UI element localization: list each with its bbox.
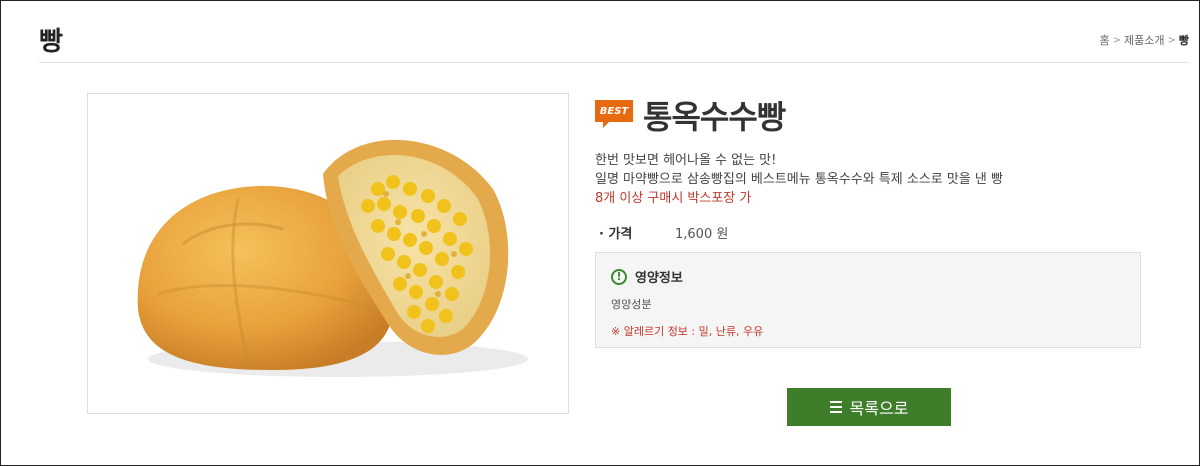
breadcrumb: 홈 > 제품소개 > 빵 [1099, 32, 1189, 48]
nutrition-title: 영양정보 [635, 271, 683, 286]
price-value: 1,600 원 [675, 226, 729, 242]
product-title-row: BEST 통옥수수빵 [595, 93, 1143, 137]
breadcrumb-category[interactable]: 제품소개 [1124, 32, 1164, 48]
description-line: 한번 맛보면 헤어나올 수 없는 맛! [595, 153, 777, 168]
corn-bread-illustration [137, 139, 528, 377]
header-divider [39, 62, 1189, 63]
nutrition-subtitle: 영양성분 [611, 298, 652, 311]
list-icon [829, 401, 842, 413]
product-image [87, 93, 569, 414]
packaging-notice: 8개 이상 구매시 박스포장 가 [595, 191, 752, 206]
page-frame: 빵 홈 > 제품소개 > 빵 BEST 통옥수수빵 한번 맛보면 헤어나올 수 … [0, 0, 1200, 466]
best-badge: BEST [595, 100, 633, 128]
exclamation-icon: ! [611, 268, 627, 285]
breadcrumb-separator: > [1112, 34, 1121, 46]
breadcrumb-home[interactable]: 홈 [1099, 32, 1109, 48]
price-label: · 가격 [599, 226, 633, 242]
page-title: 빵 [39, 27, 63, 57]
nutrition-box: ! 영양정보 영양성분 ※ 알레르기 정보 : 밀, 난류, 우유 [595, 252, 1141, 348]
nutrition-header: ! 영양정보 [611, 267, 1125, 286]
product-info: BEST 통옥수수빵 한번 맛보면 헤어나올 수 없는 맛! 일명 마약빵으로 … [595, 93, 1143, 348]
breadcrumb-separator: > [1167, 34, 1176, 46]
breadcrumb-current: 빵 [1178, 34, 1189, 47]
product-description: 한번 맛보면 헤어나올 수 없는 맛! 일명 마약빵으로 삼송빵집의 베스트메뉴… [595, 151, 1143, 208]
back-to-list-button[interactable]: 목록으로 [787, 388, 951, 426]
product-name: 통옥수수빵 [643, 98, 786, 136]
price-row: · 가격 1,600 원 [595, 222, 1143, 242]
back-to-list-label: 목록으로 [849, 399, 909, 418]
description-line: 일명 마약빵으로 삼송빵집의 베스트메뉴 통옥수수와 특제 소스로 맛을 낸 빵 [595, 172, 1003, 187]
allergy-info: ※ 알레르기 정보 : 밀, 난류, 우유 [611, 325, 764, 338]
